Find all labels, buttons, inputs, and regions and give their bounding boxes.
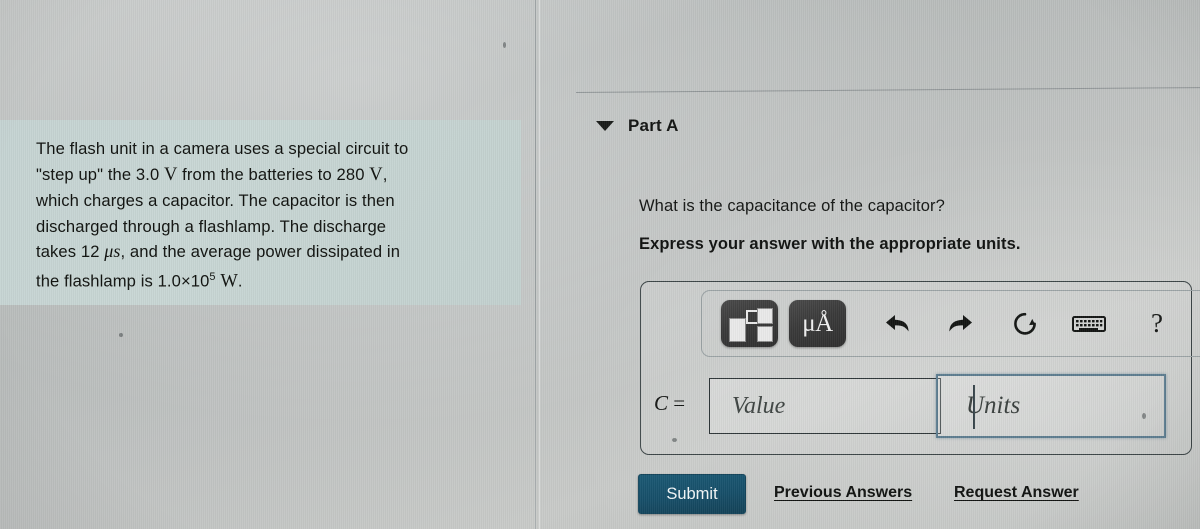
problem-line-2-prefix: "step up" the 3.0: [36, 164, 164, 184]
part-instruction-text: Express your answer with the appropriate…: [639, 235, 1021, 253]
photo-speck: [503, 42, 506, 48]
previous-answers-link[interactable]: Previous Answers: [774, 484, 912, 502]
problem-line-2-middle: from the batteries to 280: [177, 164, 370, 184]
question-mark-icon: ?: [1151, 308, 1163, 338]
pane-divider-highlight: [539, 0, 540, 529]
power-exponent: 5: [209, 270, 216, 283]
problem-line-1: The flash unit in a camera uses a specia…: [36, 139, 409, 158]
watt-unit: W: [220, 271, 238, 292]
help-button[interactable]: ?: [1134, 302, 1180, 346]
math-template-icon: [728, 307, 773, 342]
part-question-text: What is the capacitance of the capacitor…: [639, 197, 945, 215]
answer-variable-label: C =: [654, 391, 685, 416]
reset-button[interactable]: [1002, 302, 1048, 346]
keyboard-icon: [1072, 315, 1106, 332]
variable-symbol: C: [654, 391, 669, 415]
reset-circular-arrow-icon: [1014, 312, 1036, 335]
request-answer-link[interactable]: Request Answer: [954, 484, 1079, 502]
units-button[interactable]: μÅ: [789, 300, 846, 347]
screenshot-root: The flash unit in a camera uses a specia…: [0, 0, 1200, 529]
microsecond-unit: μs: [104, 241, 121, 261]
problem-line-5-suffix: , and the average power dissipated in: [120, 242, 401, 261]
undo-button[interactable]: [874, 302, 920, 346]
undo-arrow-icon: [886, 314, 909, 331]
volt-unit-1: V: [163, 164, 178, 185]
problem-line-5-prefix: takes 12: [36, 242, 105, 261]
problem-line-6-prefix: the flashlamp is 1.0×10: [36, 271, 210, 291]
keyboard-shortcuts-button[interactable]: [1066, 302, 1112, 346]
problem-line-2-suffix: ,: [382, 164, 388, 184]
value-placeholder: Value: [732, 392, 786, 419]
equals-symbol: =: [673, 391, 686, 415]
photo-speck: [1142, 413, 1146, 419]
units-input[interactable]: Units: [936, 374, 1166, 438]
redo-arrow-icon: [949, 314, 972, 331]
part-title: Part A: [628, 116, 679, 135]
pane-divider: [535, 0, 536, 529]
caret-down-icon[interactable]: [596, 121, 614, 131]
problem-line-3: which charges a capacitor. The capacitor…: [36, 191, 395, 210]
micro-angstrom-icon: μÅ: [802, 310, 833, 337]
photo-speck: [672, 438, 677, 442]
value-input[interactable]: Value: [709, 378, 941, 434]
answer-toolbar: μÅ ?: [701, 290, 1200, 357]
problem-statement-text: The flash unit in a camera uses a specia…: [36, 136, 496, 295]
photo-speck: [119, 333, 123, 337]
redo-button[interactable]: [938, 302, 984, 346]
problem-line-4: discharged through a flashlamp. The disc…: [36, 216, 387, 236]
section-separator-rule: [575, 87, 1200, 93]
math-templates-button[interactable]: [721, 300, 778, 347]
text-cursor: [973, 385, 975, 429]
volt-unit-2: V: [369, 164, 383, 185]
problem-line-6-suffix: .: [237, 271, 243, 291]
submit-button[interactable]: Submit: [638, 474, 746, 514]
part-a-header[interactable]: Part A: [596, 116, 679, 136]
